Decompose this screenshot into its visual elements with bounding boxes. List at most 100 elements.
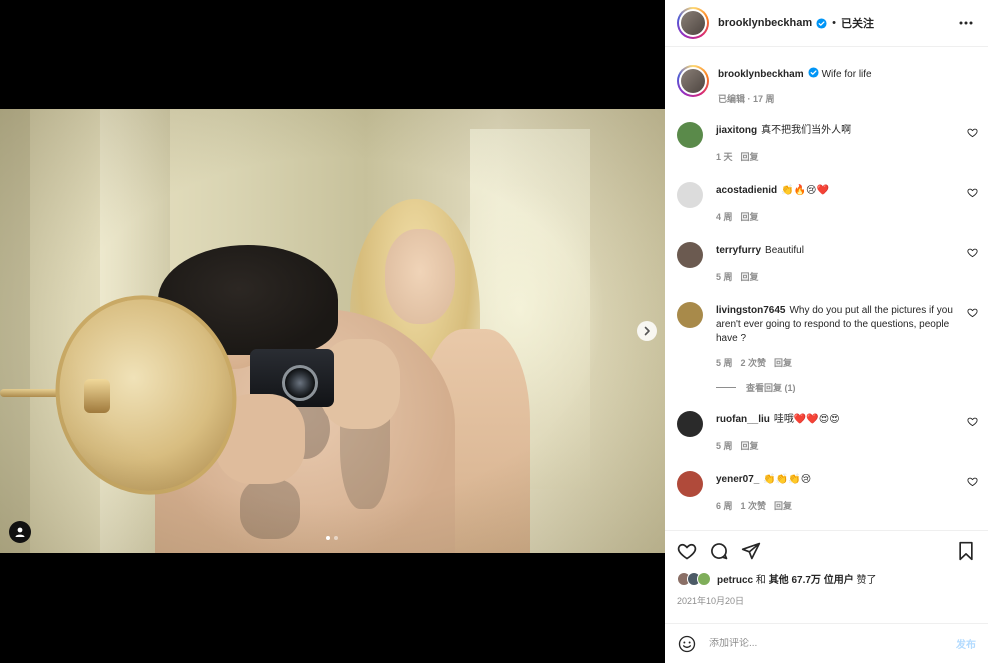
view-replies-button[interactable]: 查看回复 (1) — [716, 381, 988, 394]
avatar-inner — [679, 9, 707, 37]
comment-input[interactable] — [709, 638, 956, 649]
comment-username[interactable]: acostadienid — [716, 185, 777, 196]
reply-button[interactable]: 回复 — [741, 270, 759, 283]
caption-text: Wife for life — [821, 69, 872, 80]
caption-edited-time: 已编辑 · 17 周 — [718, 94, 775, 104]
comment-line: livingston7645 Why do you put all the pic… — [716, 304, 958, 346]
commenter-avatar[interactable] — [677, 122, 703, 148]
more-options-button[interactable] — [956, 13, 976, 33]
comment-like-count[interactable]: 1 次赞 — [741, 499, 767, 512]
comment-time: 6 周 — [716, 501, 733, 511]
reply-button[interactable]: 回复 — [774, 499, 792, 512]
comment-username[interactable]: jiaxitong — [716, 125, 757, 136]
caption-meta: 已编辑 · 17 周 — [718, 92, 976, 105]
comment-username[interactable]: ruofan__liu — [716, 414, 770, 425]
liker-avatars[interactable] — [677, 571, 711, 586]
post-comment-button[interactable]: 发布 — [956, 636, 976, 651]
next-slide-button[interactable] — [637, 321, 657, 341]
share-icon — [741, 542, 761, 560]
share-button[interactable] — [741, 541, 761, 561]
add-comment-bar: 发布 — [665, 623, 988, 663]
photo-vignette — [0, 109, 665, 553]
heart-icon[interactable] — [967, 476, 978, 487]
liked-by-username[interactable]: petrucc — [717, 575, 753, 586]
comment-meta: 6 周 1 次赞 回复 — [716, 499, 976, 512]
header-separator: • — [832, 17, 836, 29]
comment-time: 5 周 — [716, 358, 733, 368]
comment-body: jiaxitong 真不把我们当外人啊 1 天 回复 — [716, 122, 976, 163]
comment-text: 哇哦❤️❤️😍😍 — [773, 414, 840, 425]
avatar-image — [681, 69, 705, 93]
comment-meta: 4 周 回复 — [716, 210, 976, 223]
author-username[interactable]: brooklynbeckham — [718, 17, 812, 29]
post-viewer: brooklynbeckham • 已关注 brooklynbeckham Wi… — [0, 0, 988, 663]
user-tag-button[interactable] — [9, 521, 31, 543]
post-photo[interactable] — [0, 109, 665, 553]
comments-list[interactable]: brooklynbeckham Wife for life 已编辑 · 17 周 … — [665, 47, 988, 530]
comment-like-count[interactable]: 2 次赞 — [741, 356, 767, 369]
like-button[interactable] — [677, 541, 697, 561]
likes-text: petrucc 和 其他 67.7万 位用户 赞了 — [717, 571, 877, 586]
replies-line — [716, 387, 736, 388]
caption-line: brooklynbeckham Wife for life — [718, 67, 976, 82]
comment-username[interactable]: livingston7645 — [716, 305, 785, 316]
verified-badge-icon — [808, 67, 819, 78]
comment-time: 4 周 — [716, 212, 733, 222]
comment-text: 真不把我们当外人啊 — [761, 125, 852, 136]
comment-line: acostadienid 👏🔥😢❤️ — [716, 184, 976, 198]
caption-body: brooklynbeckham Wife for life 已编辑 · 17 周 — [718, 65, 976, 105]
comment-item: yener07_ 👏👏👏😢 6 周 1 次赞 回复 — [665, 471, 988, 512]
caption-username[interactable]: brooklynbeckham — [718, 69, 804, 80]
comment-item: terryfurry Beautiful 5 周 回复 — [665, 242, 988, 283]
comment-line: terryfurry Beautiful — [716, 244, 976, 258]
emoji-icon — [678, 635, 696, 652]
carousel-dot — [326, 536, 330, 540]
comment-username[interactable]: yener07_ — [716, 474, 759, 485]
commenter-avatar[interactable] — [677, 242, 703, 268]
commenter-avatar[interactable] — [677, 471, 703, 497]
heart-icon[interactable] — [967, 247, 978, 258]
reply-button[interactable]: 回复 — [741, 439, 759, 452]
post-caption: brooklynbeckham Wife for life 已编辑 · 17 周 — [665, 47, 988, 105]
commenter-avatar[interactable] — [677, 411, 703, 437]
comment-button[interactable] — [709, 541, 729, 561]
commenter-avatar[interactable] — [677, 182, 703, 208]
author-avatar[interactable] — [677, 7, 709, 39]
likes-connector: 和 — [753, 575, 769, 586]
avatar-inner — [679, 67, 707, 95]
heart-icon — [677, 543, 697, 560]
comment-body: terryfurry Beautiful 5 周 回复 — [716, 242, 976, 283]
comment-time: 5 周 — [716, 441, 733, 451]
comment-item: ruofan__liu 哇哦❤️❤️😍😍 5 周 回复 — [665, 411, 988, 452]
liker-avatar — [697, 571, 711, 586]
commenter-avatar[interactable] — [677, 302, 703, 328]
comment-text: 👏🔥😢❤️ — [781, 185, 829, 196]
comment-line: ruofan__liu 哇哦❤️❤️😍😍 — [716, 413, 976, 427]
heart-icon[interactable] — [967, 127, 978, 138]
comment-text: 👏👏👏😢 — [763, 474, 812, 485]
heart-icon[interactable] — [967, 187, 978, 198]
action-bar — [665, 531, 988, 561]
reply-button[interactable]: 回复 — [774, 356, 792, 369]
comment-time: 5 周 — [716, 272, 733, 282]
heart-icon[interactable] — [967, 416, 978, 427]
media-panel — [0, 0, 665, 663]
comment-meta: 5 周 回复 — [716, 270, 976, 283]
emoji-button[interactable] — [677, 634, 697, 654]
reply-button[interactable]: 回复 — [741, 210, 759, 223]
heart-icon[interactable] — [967, 307, 978, 318]
post-date: 2021年10月20日 — [677, 596, 745, 606]
comment-username[interactable]: terryfurry — [716, 245, 761, 256]
likes-others[interactable]: 其他 67.7万 位用户 — [769, 575, 854, 586]
carousel-indicator — [326, 536, 338, 540]
reply-button[interactable]: 回复 — [741, 150, 759, 163]
comment-line: jiaxitong 真不把我们当外人啊 — [716, 124, 976, 138]
comment-meta: 5 周 回复 — [716, 439, 976, 452]
post-header: brooklynbeckham • 已关注 — [665, 0, 988, 47]
author-avatar[interactable] — [677, 65, 709, 97]
save-button[interactable] — [956, 541, 976, 561]
bookmark-icon — [959, 541, 973, 561]
follow-status-button[interactable]: 已关注 — [841, 15, 874, 31]
comment-time: 1 天 — [716, 152, 733, 162]
comment-meta: 1 天 回复 — [716, 150, 976, 163]
